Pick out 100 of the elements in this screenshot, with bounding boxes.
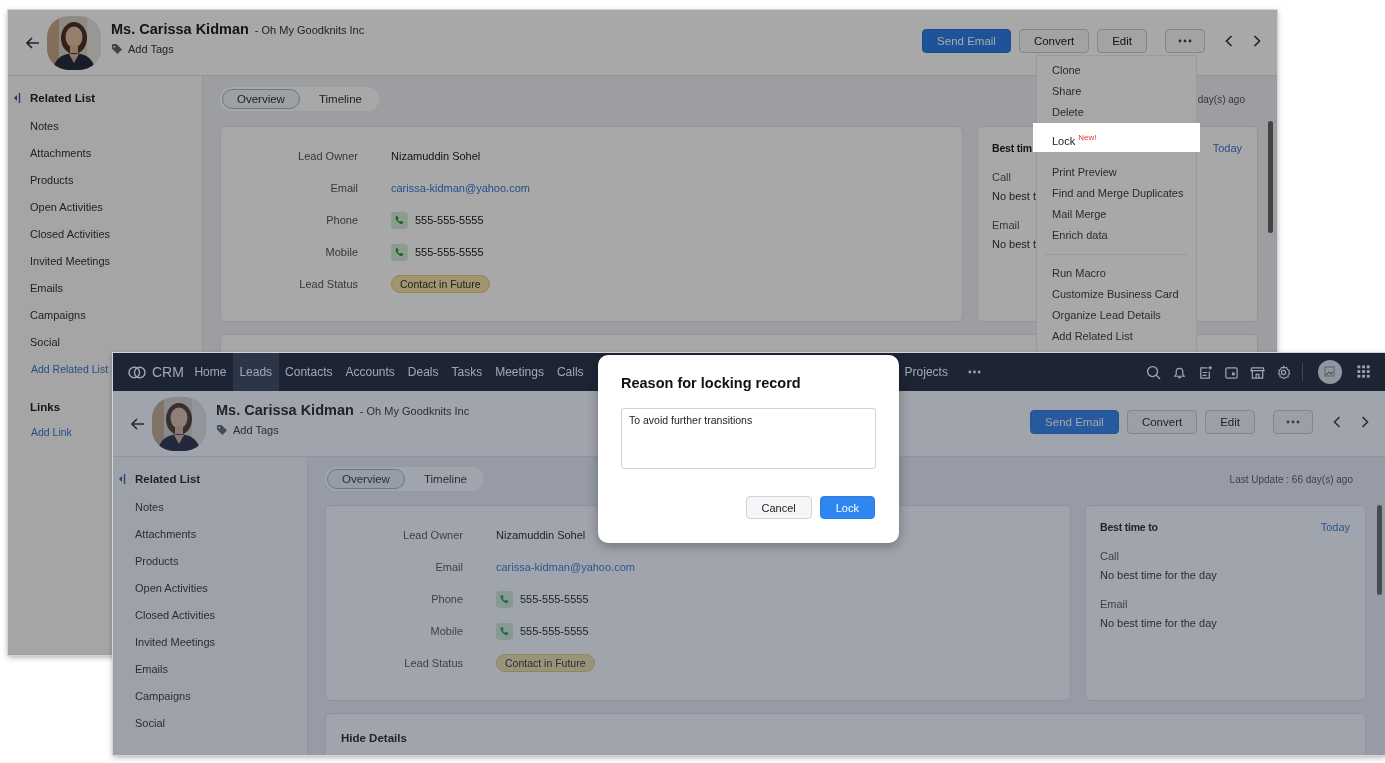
related-list-heading: Related List: [135, 473, 201, 485]
related-list-item[interactable]: Attachments: [135, 521, 197, 548]
scrollbar[interactable]: [1377, 505, 1382, 595]
last-update-text: Last Update : 66 day(s) ago: [1229, 473, 1353, 485]
menu-item[interactable]: Delete: [1037, 102, 1196, 123]
action-button[interactable]: Send Email: [922, 28, 1011, 53]
channel-label: Call: [1100, 550, 1119, 562]
search-icon[interactable]: [1146, 364, 1161, 380]
add-related-list-link[interactable]: Add Related List: [31, 356, 109, 383]
related-list-item[interactable]: Products: [135, 548, 179, 575]
nav-tab[interactable]: Deals: [401, 353, 445, 391]
channel-label: Email: [1100, 598, 1128, 610]
next-chevron-icon[interactable]: [1253, 34, 1261, 47]
calendar-icon[interactable]: [1224, 364, 1239, 380]
field-label: Email: [329, 182, 358, 194]
menu-item[interactable]: Mail Merge: [1037, 204, 1196, 225]
nav-tab[interactable]: Calls: [550, 353, 591, 391]
nav-tab[interactable]: Projects: [898, 353, 955, 391]
related-list-item[interactable]: Emails: [135, 656, 168, 683]
store-icon[interactable]: [1250, 364, 1265, 380]
phone-number: 555-555-5555: [520, 625, 589, 637]
more-tabs-icon[interactable]: [968, 370, 982, 374]
reason-field[interactable]: To avoid further transitions: [621, 408, 876, 469]
field-label: Lead Owner: [297, 150, 358, 162]
status-badge: Contact in Future: [391, 275, 490, 293]
related-list-item[interactable]: Campaigns: [30, 302, 86, 329]
menu-item[interactable]: Add Related List: [1037, 326, 1196, 347]
dialog-button[interactable]: Cancel: [745, 496, 812, 519]
today-link[interactable]: Today: [1212, 142, 1242, 154]
menu-item[interactable]: Lock $^{New!}$: [1033, 123, 1200, 152]
field-label: Lead Status: [298, 278, 358, 290]
collapse-icon[interactable]: [118, 473, 126, 485]
nav-tab[interactable]: Contacts: [278, 353, 339, 391]
crm-logo-icon: [127, 365, 147, 379]
nav-tab[interactable]: Home: [187, 353, 233, 391]
menu-item[interactable]: Enrich data: [1037, 225, 1196, 246]
view-tab[interactable]: Timeline: [303, 89, 377, 109]
hide-details-toggle[interactable]: Hide Details: [341, 732, 407, 744]
related-list-item[interactable]: Closed Activities: [30, 221, 111, 248]
action-button[interactable]: Convert: [1126, 409, 1198, 434]
related-list-item[interactable]: Invited Meetings: [30, 248, 111, 275]
back-arrow-icon[interactable]: [131, 417, 145, 430]
menu-item[interactable]: Organize Lead Details: [1037, 305, 1196, 326]
phone-icon[interactable]: [391, 211, 408, 229]
related-list-item[interactable]: Open Activities: [135, 575, 208, 602]
action-button[interactable]: Edit: [1097, 28, 1147, 53]
action-button[interactable]: Edit: [1205, 409, 1255, 434]
add-tags-link[interactable]: Add Tags: [128, 42, 174, 55]
related-list-item[interactable]: Invited Meetings: [135, 629, 216, 656]
phone-icon[interactable]: [391, 243, 408, 261]
view-tab[interactable]: Overview: [327, 469, 405, 489]
channel-label: Call: [992, 171, 1011, 183]
related-list-item[interactable]: Attachments: [30, 140, 92, 167]
add-link[interactable]: Add Link: [31, 419, 72, 446]
nav-tab[interactable]: Tasks: [445, 353, 489, 391]
related-list-item[interactable]: Campaigns: [135, 683, 191, 710]
email-link[interactable]: carissa-kidman@yahoo.com: [391, 182, 530, 194]
note-add-icon[interactable]: [1198, 364, 1213, 380]
phone-icon[interactable]: [496, 622, 513, 640]
view-tab[interactable]: Timeline: [408, 469, 482, 489]
next-chevron-icon[interactable]: [1361, 415, 1369, 428]
record-name: Ms. Carissa Kidman: [111, 20, 249, 37]
view-tab[interactable]: Overview: [222, 89, 300, 109]
tag-icon: [216, 424, 227, 435]
add-tags-link[interactable]: Add Tags: [233, 423, 279, 436]
related-list-item[interactable]: Social: [30, 329, 60, 356]
related-list-item[interactable]: Open Activities: [30, 194, 103, 221]
nav-tab[interactable]: Leads: [232, 353, 279, 391]
menu-item[interactable]: Find and Merge Duplicates: [1037, 183, 1196, 204]
phone-number: 555-555-5555: [520, 593, 589, 605]
related-list-item[interactable]: Notes: [135, 494, 164, 521]
related-list-item[interactable]: Notes: [30, 113, 59, 140]
back-arrow-icon[interactable]: [26, 36, 40, 49]
action-button[interactable]: Convert: [1018, 28, 1090, 53]
phone-icon[interactable]: [496, 590, 513, 608]
dialog-button[interactable]: Lock: [819, 496, 875, 519]
previous-chevron-icon[interactable]: [1225, 34, 1233, 47]
settings-icon[interactable]: [1276, 364, 1291, 380]
record-name: Ms. Carissa Kidman: [216, 401, 354, 418]
related-list-item[interactable]: Products: [30, 167, 74, 194]
nav-tab[interactable]: Meetings: [488, 353, 551, 391]
nav-tab[interactable]: Accounts: [338, 353, 402, 391]
scrollbar[interactable]: [1268, 121, 1273, 233]
menu-item[interactable]: Run Macro: [1037, 263, 1196, 284]
menu-item[interactable]: Share: [1037, 81, 1196, 102]
field-value: Nizamuddin Sohel: [391, 150, 481, 162]
related-list-item[interactable]: Closed Activities: [135, 602, 216, 629]
field-label: Email: [434, 561, 463, 573]
phone-number: 555-555-5555: [415, 214, 484, 226]
company-name: - Oh My Goodknits Inc: [359, 404, 470, 417]
tag-icon: [111, 43, 122, 54]
app-grid-icon[interactable]: [1357, 364, 1372, 380]
collapse-icon[interactable]: [13, 92, 21, 104]
previous-chevron-icon[interactable]: [1333, 415, 1341, 428]
related-list-item[interactable]: Social: [135, 710, 165, 737]
menu-item[interactable]: Clone: [1037, 60, 1196, 81]
related-list-item[interactable]: Emails: [30, 275, 63, 302]
user-avatar-icon[interactable]: [1318, 360, 1342, 384]
menu-item[interactable]: Print Preview: [1037, 162, 1196, 183]
menu-item[interactable]: Customize Business Card: [1037, 284, 1196, 305]
